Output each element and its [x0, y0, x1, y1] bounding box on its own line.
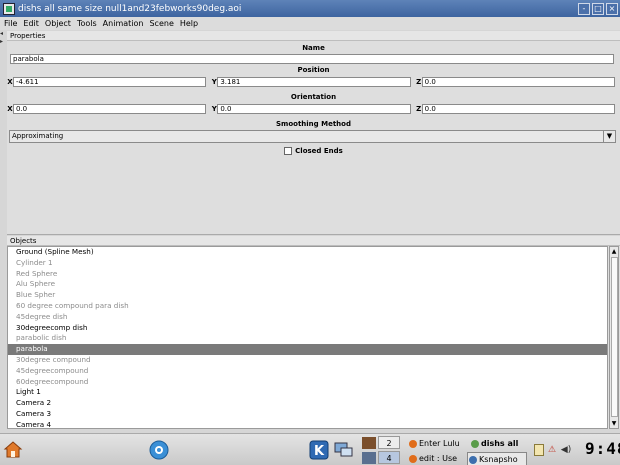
desktop-thumb-icon[interactable]: [362, 452, 376, 464]
object-list-item[interactable]: Light 1: [8, 387, 607, 398]
orientation-label: Orientation: [290, 93, 337, 101]
firefox-icon: [409, 440, 417, 448]
closed-ends-checkbox[interactable]: Closed Ends: [7, 143, 620, 159]
position-x-field[interactable]: -4.611: [12, 77, 207, 87]
position-y-field[interactable]: 3.181: [217, 77, 411, 87]
checkbox-icon[interactable]: [284, 147, 293, 155]
aoi-icon: [471, 440, 479, 448]
object-list-item[interactable]: Camera 2: [8, 398, 607, 409]
object-list-item[interactable]: Red Sphere: [8, 269, 607, 280]
close-button[interactable]: ×: [606, 2, 618, 15]
object-list-item[interactable]: 45degreecompound: [8, 366, 607, 377]
task-dishs-all[interactable]: dishs all: [470, 437, 525, 451]
menu-scene[interactable]: Scene: [149, 19, 173, 28]
clock[interactable]: 9:48: [585, 439, 620, 458]
minimize-button[interactable]: -: [578, 2, 590, 15]
k-menu-icon[interactable]: K: [308, 439, 330, 461]
smoothing-value: Approximating: [12, 132, 64, 140]
orientation-x-field[interactable]: 0.0: [12, 104, 207, 114]
task-edit-use[interactable]: edit : Use: [408, 452, 464, 465]
menu-tools[interactable]: Tools: [77, 19, 97, 28]
object-list-item[interactable]: Blue Spher: [8, 290, 607, 301]
object-list-item[interactable]: 60degreecompound: [8, 377, 607, 388]
smoothing-method-select[interactable]: Approximating ▼: [9, 130, 616, 143]
home-icon[interactable]: [3, 439, 23, 459]
scroll-down-icon[interactable]: ▼: [610, 419, 618, 428]
scroll-up-icon[interactable]: ▲: [610, 247, 618, 256]
task-enter-lulu[interactable]: Enter Lulu: [408, 437, 476, 451]
menu-edit[interactable]: Edit: [23, 19, 39, 28]
clipboard-icon[interactable]: [534, 444, 544, 456]
object-list-item[interactable]: 60 degree compound para dish: [8, 301, 607, 312]
taskbar: K 2 4 Enter Lulu dishs all edit : Use Ks…: [0, 433, 620, 465]
scroll-thumb[interactable]: [611, 257, 618, 417]
object-list-item[interactable]: Camera 4: [8, 420, 607, 428]
menu-object[interactable]: Object: [45, 19, 71, 28]
orientation-row: X 0.0 Y 0.0 Z 0.0: [7, 103, 620, 115]
app-icon: [3, 2, 15, 15]
object-list-item[interactable]: parabola: [8, 344, 607, 355]
svg-text:K: K: [314, 444, 325, 459]
panel-divider[interactable]: [7, 234, 620, 235]
window-title: dishs all same size null1and23febworks90…: [18, 3, 242, 14]
properties-panel: Properties Name parabola Position X -4.6…: [7, 31, 620, 234]
pager-desktop-2[interactable]: 2: [378, 436, 400, 449]
objects-list[interactable]: Ground (Spline Mesh) Cylinder 1 Red Sphere…: [7, 246, 608, 429]
splitter-arrows-icon[interactable]: ◂ ▸: [0, 30, 6, 48]
menu-bar: File Edit Object Tools Animation Scene H…: [0, 17, 620, 30]
closed-ends-label: Closed Ends: [295, 147, 343, 155]
chevron-down-icon[interactable]: ▼: [603, 131, 615, 142]
desktop-thumb-icon[interactable]: [362, 437, 376, 449]
name-label: Name: [302, 44, 325, 52]
orientation-z-field[interactable]: 0.0: [421, 104, 616, 114]
menu-file[interactable]: File: [4, 19, 17, 28]
objects-panel: Objects Ground (Spline Mesh) Cylinder 1 Re…: [7, 236, 620, 429]
object-list-item[interactable]: parabolic dish: [8, 333, 607, 344]
network-icon[interactable]: [332, 440, 354, 460]
menu-help[interactable]: Help: [180, 19, 198, 28]
menu-animation[interactable]: Animation: [103, 19, 144, 28]
chat-bubble-icon[interactable]: [148, 439, 170, 461]
position-row: X -4.611 Y 3.181 Z 0.0: [7, 76, 620, 88]
orientation-y-field[interactable]: 0.0: [217, 104, 411, 114]
smoothing-label: Smoothing Method: [276, 120, 351, 128]
pager-desktop-4[interactable]: 4: [378, 451, 400, 464]
object-list-item[interactable]: Alu Sphere: [8, 279, 607, 290]
objects-scrollbar[interactable]: ▲ ▼: [609, 246, 619, 429]
position-z-field[interactable]: 0.0: [421, 77, 616, 87]
object-list-item[interactable]: 30degree compound: [8, 355, 607, 366]
object-list-item[interactable]: 30degreecomp dish: [8, 323, 607, 334]
ksnapshot-icon: [469, 456, 477, 464]
object-list-item[interactable]: Cylinder 1: [8, 258, 607, 269]
maximize-button[interactable]: □: [592, 2, 604, 15]
object-list-item[interactable]: Ground (Spline Mesh): [8, 247, 607, 258]
properties-header: Properties: [7, 31, 620, 41]
name-field[interactable]: parabola: [10, 54, 614, 64]
objects-header: Objects: [7, 236, 620, 246]
title-bar[interactable]: dishs all same size null1and23febworks90…: [0, 0, 620, 17]
object-list-item[interactable]: 45degree dish: [8, 312, 607, 323]
position-label: Position: [297, 66, 330, 74]
firefox-icon: [409, 455, 417, 463]
warning-icon[interactable]: ⚠: [547, 444, 557, 456]
task-ksnapshot[interactable]: Ksnapsho: [467, 452, 527, 465]
object-list-item[interactable]: Camera 3: [8, 409, 607, 420]
speaker-icon[interactable]: ◀): [560, 444, 572, 456]
